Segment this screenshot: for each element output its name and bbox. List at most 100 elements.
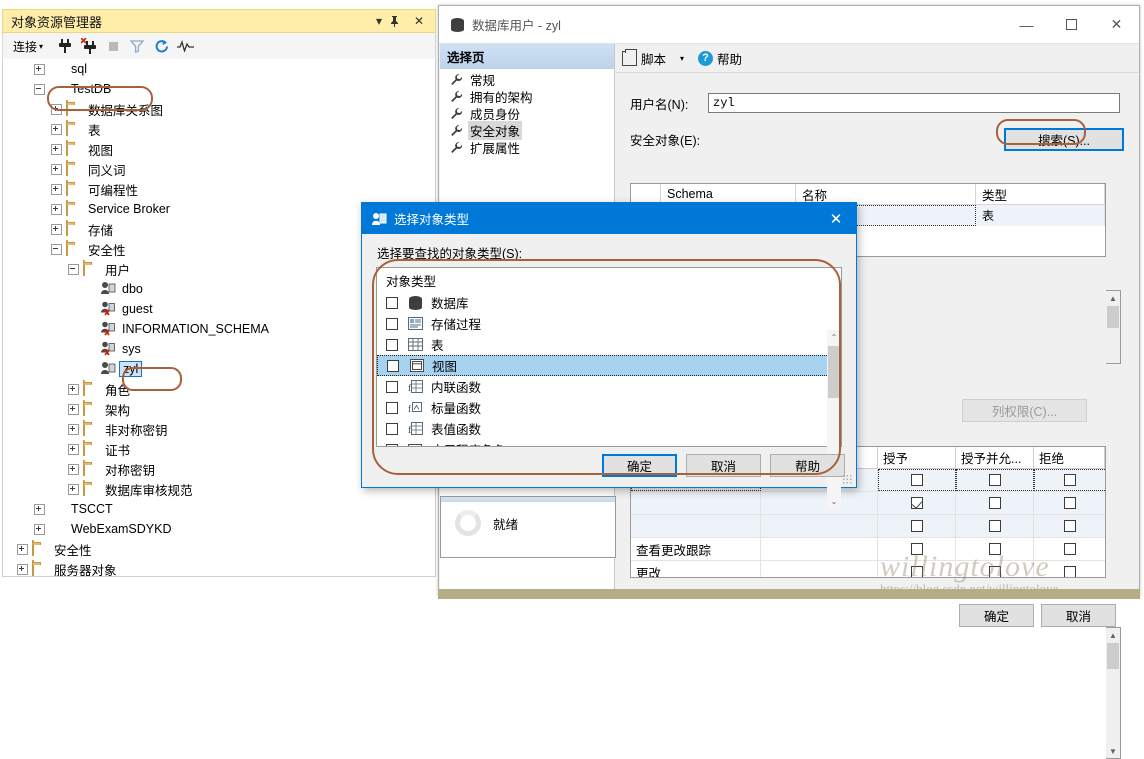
grant-cell[interactable] bbox=[878, 561, 956, 578]
deny-cell-checkbox[interactable] bbox=[1064, 474, 1076, 486]
with-grant-cell-checkbox[interactable] bbox=[989, 497, 1001, 509]
grant-cell[interactable] bbox=[878, 469, 956, 491]
permission-row[interactable]: 查看更改跟踪 bbox=[631, 538, 1105, 561]
disconnect-icon[interactable] bbox=[77, 35, 101, 57]
tree-node-23[interactable]: WebExamSDYKD bbox=[3, 519, 435, 539]
tree-node-0[interactable]: sql bbox=[3, 59, 435, 79]
object-type-checkbox[interactable] bbox=[387, 360, 399, 372]
page-item-4[interactable]: 扩展属性 bbox=[440, 139, 614, 156]
tree-node-3[interactable]: 表 bbox=[3, 119, 435, 139]
object-type-item-1[interactable]: 存储过程 bbox=[377, 313, 841, 334]
with-grant-cell-checkbox[interactable] bbox=[989, 543, 1001, 555]
scroll-up-arrow[interactable]: ▲ bbox=[1106, 291, 1120, 305]
deny-cell[interactable] bbox=[1034, 538, 1105, 560]
object-type-checkbox[interactable] bbox=[386, 318, 398, 330]
column-permissions-button[interactable]: 列权限(C)... bbox=[962, 399, 1087, 422]
object-type-item-2[interactable]: 表 bbox=[377, 334, 841, 355]
page-item-2[interactable]: 成员身份 bbox=[440, 105, 614, 122]
object-type-item-0[interactable]: 数据库 bbox=[377, 292, 841, 313]
object-type-checkbox[interactable] bbox=[386, 381, 398, 393]
perm-scroll-down-arrow[interactable]: ▼ bbox=[1106, 744, 1120, 758]
object-type-item-5[interactable]: f标量函数 bbox=[377, 397, 841, 418]
modal-cancel-button[interactable]: 取消 bbox=[686, 454, 761, 477]
tree-node-1[interactable]: TestDB bbox=[3, 79, 435, 99]
object-type-checkbox[interactable] bbox=[386, 297, 398, 309]
scrollbar-thumb[interactable] bbox=[1107, 306, 1119, 328]
tree-expander-plus[interactable] bbox=[49, 182, 63, 196]
close-icon[interactable]: ✕ bbox=[816, 203, 856, 234]
modal-scroll-down-arrow[interactable]: ⌄ bbox=[827, 494, 841, 508]
search-button[interactable]: 搜索(S)... bbox=[1004, 128, 1124, 151]
permission-row[interactable] bbox=[631, 492, 1105, 515]
deny-cell[interactable] bbox=[1034, 469, 1105, 491]
connect-button[interactable]: 连接 bbox=[3, 38, 39, 55]
modal-scrollbar-thumb[interactable] bbox=[828, 346, 840, 398]
modal-scroll-up-arrow[interactable]: ⌃ bbox=[827, 330, 841, 344]
pin-icon[interactable] bbox=[389, 15, 409, 27]
securables-scrollbar[interactable]: ▲ bbox=[1106, 290, 1121, 364]
page-item-3[interactable]: 安全对象 bbox=[440, 122, 614, 139]
object-type-checkbox[interactable] bbox=[386, 339, 398, 351]
tree-expander-plus[interactable] bbox=[66, 402, 80, 416]
grant-cell-checkbox[interactable] bbox=[911, 566, 923, 578]
with-grant-cell-checkbox[interactable] bbox=[989, 474, 1001, 486]
with-grant-cell[interactable] bbox=[956, 515, 1034, 537]
activity-icon[interactable] bbox=[173, 35, 197, 57]
grant-cell[interactable] bbox=[878, 492, 956, 514]
with-grant-cell[interactable] bbox=[956, 538, 1034, 560]
tree-expander-plus[interactable] bbox=[66, 442, 80, 456]
tree-expander-plus[interactable] bbox=[32, 62, 46, 76]
chevron-down-icon[interactable]: ▾ bbox=[369, 14, 389, 28]
perm-scrollbar-thumb[interactable] bbox=[1107, 643, 1119, 669]
tree-expander-plus[interactable] bbox=[49, 122, 63, 136]
tree-expander-plus[interactable] bbox=[15, 542, 29, 556]
page-item-1[interactable]: 拥有的架构 bbox=[440, 88, 614, 105]
stop-icon[interactable] bbox=[101, 35, 125, 57]
tree-expander-plus[interactable] bbox=[49, 162, 63, 176]
perm-scroll-up-arrow[interactable]: ▲ bbox=[1106, 628, 1120, 642]
script-dropdown-icon[interactable]: ▾ bbox=[672, 54, 692, 63]
grant-cell[interactable] bbox=[878, 538, 956, 560]
deny-cell-checkbox[interactable] bbox=[1064, 566, 1076, 578]
tree-node-5[interactable]: 同义词 bbox=[3, 159, 435, 179]
object-type-item-4[interactable]: f内联函数 bbox=[377, 376, 841, 397]
grant-cell[interactable] bbox=[878, 515, 956, 537]
deny-cell[interactable] bbox=[1034, 515, 1105, 537]
filter-icon[interactable] bbox=[125, 35, 149, 57]
refresh-icon[interactable] bbox=[149, 35, 173, 57]
permission-row[interactable] bbox=[631, 515, 1105, 538]
tree-expander-minus[interactable] bbox=[66, 262, 80, 276]
tree-expander-plus[interactable] bbox=[66, 382, 80, 396]
tree-node-22[interactable]: TSCCT bbox=[3, 499, 435, 519]
tree-expander-plus[interactable] bbox=[32, 502, 46, 516]
tree-expander-plus[interactable] bbox=[49, 102, 63, 116]
with-grant-cell-checkbox[interactable] bbox=[989, 520, 1001, 532]
username-input[interactable]: zyl bbox=[708, 93, 1120, 113]
permissions-scrollbar[interactable]: ▲ ▼ bbox=[1106, 627, 1121, 759]
deny-cell-checkbox[interactable] bbox=[1064, 497, 1076, 509]
object-type-checkbox[interactable] bbox=[386, 423, 398, 435]
tree-expander-minus[interactable] bbox=[32, 82, 46, 96]
tree-expander-plus[interactable] bbox=[66, 422, 80, 436]
with-grant-cell[interactable] bbox=[956, 469, 1034, 491]
script-button[interactable]: 脚本 bbox=[616, 47, 672, 69]
minimize-button[interactable]: — bbox=[1004, 6, 1049, 43]
tree-expander-plus[interactable] bbox=[49, 222, 63, 236]
cancel-button[interactable]: 取消 bbox=[1041, 604, 1116, 627]
modal-ok-button[interactable]: 确定 bbox=[602, 454, 677, 477]
maximize-button[interactable] bbox=[1049, 6, 1094, 43]
modal-help-button[interactable]: 帮助 bbox=[770, 454, 845, 477]
resize-grip-icon[interactable] bbox=[842, 474, 852, 484]
grant-cell-checkbox[interactable] bbox=[911, 497, 923, 509]
tree-expander-plus[interactable] bbox=[66, 482, 80, 496]
grant-cell-checkbox[interactable] bbox=[911, 520, 923, 532]
permission-row[interactable]: 更改 bbox=[631, 561, 1105, 578]
connect-icon[interactable] bbox=[53, 35, 77, 57]
tree-expander-plus[interactable] bbox=[49, 202, 63, 216]
object-type-item-6[interactable]: f表值函数 bbox=[377, 418, 841, 439]
deny-cell-checkbox[interactable] bbox=[1064, 520, 1076, 532]
tree-node-6[interactable]: 可编程性 bbox=[3, 179, 435, 199]
help-button[interactable]: ? 帮助 bbox=[692, 47, 748, 69]
tree-node-24[interactable]: 安全性 bbox=[3, 539, 435, 559]
grant-cell-checkbox[interactable] bbox=[911, 474, 923, 486]
